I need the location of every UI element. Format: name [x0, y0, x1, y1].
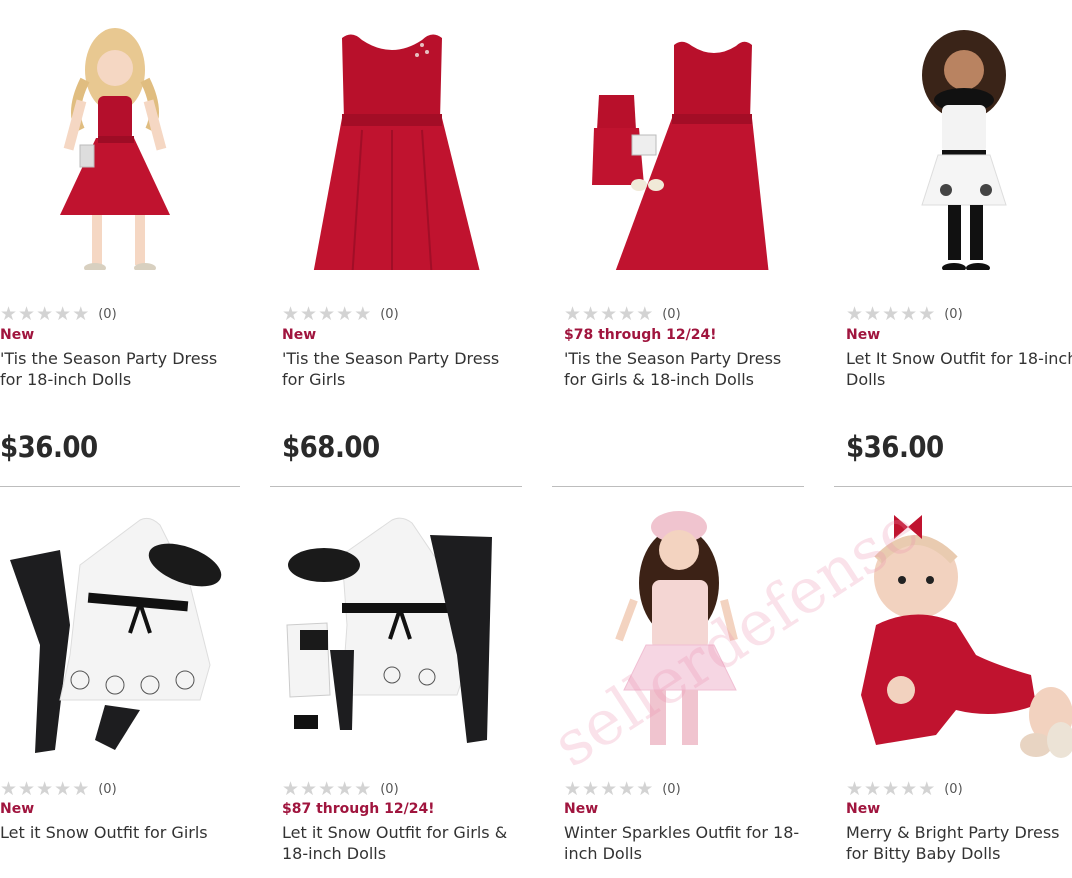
product-badge: New: [564, 801, 599, 817]
rating[interactable]: ★ ★ ★ ★ ★ (0): [282, 779, 399, 799]
rating[interactable]: ★ ★ ★ ★ ★ (0): [564, 779, 681, 799]
star-icon: ★: [18, 778, 36, 800]
rating[interactable]: ★ ★ ★ ★ ★ (0): [282, 304, 399, 324]
star-icon: ★: [882, 303, 900, 325]
product-card[interactable]: ★ ★ ★ ★ ★ (0) New Let it Snow Outfit for Girl…: [0, 505, 240, 875]
product-card[interactable]: ★ ★ ★ ★ ★ (0) New Merry & Bright Party Dress …: [846, 505, 1072, 875]
product-card[interactable]: ★ ★ ★ ★ ★ (0) New 'Tis the Season Party Dress…: [270, 0, 522, 490]
product-card[interactable]: ★ ★ ★ ★ ★ (0) New Winter Sparkles Outfit for …: [564, 505, 804, 875]
product-title[interactable]: Let it Snow Outfit for Girls & 18-inch D…: [282, 822, 522, 864]
product-title[interactable]: Let it Snow Outfit for Girls: [0, 822, 240, 843]
star-icon: ★: [36, 778, 54, 800]
product-grid: ★ ★ ★ ★ ★ (0) New 'Tis the Season Party Dress…: [0, 0, 1072, 878]
product-image[interactable]: [846, 505, 1072, 775]
rating-count: (0): [380, 306, 399, 322]
star-icon: ★: [846, 303, 864, 325]
divider: [552, 486, 804, 487]
product-price: $68.00: [282, 430, 380, 464]
product-title[interactable]: Merry & Bright Party Dress for Bitty Bab…: [846, 822, 1072, 864]
product-badge: New: [846, 801, 881, 817]
star-icon: ★: [900, 778, 918, 800]
rating[interactable]: ★ ★ ★ ★ ★ (0): [0, 304, 117, 324]
divider: [0, 486, 240, 487]
star-icon: ★: [618, 303, 636, 325]
star-icon: ★: [636, 303, 654, 325]
star-icon: ★: [354, 303, 372, 325]
product-image[interactable]: [282, 0, 522, 270]
product-image[interactable]: [564, 505, 804, 775]
star-icon: ★: [72, 303, 90, 325]
star-icon: ★: [336, 303, 354, 325]
star-icon: ★: [600, 303, 618, 325]
rating-count: (0): [944, 781, 963, 797]
star-icon: ★: [18, 303, 36, 325]
star-icon: ★: [336, 778, 354, 800]
divider: [834, 486, 1072, 487]
star-icon: ★: [600, 778, 618, 800]
rating-count: (0): [98, 781, 117, 797]
star-icon: ★: [282, 303, 300, 325]
product-badge: $87 through 12/24!: [282, 801, 435, 817]
star-icon: ★: [864, 778, 882, 800]
rating[interactable]: ★ ★ ★ ★ ★ (0): [846, 304, 963, 324]
star-icon: ★: [318, 778, 336, 800]
star-icon: ★: [0, 303, 18, 325]
product-title[interactable]: Let It Snow Outfit for 18-inch Dolls: [846, 348, 1072, 390]
product-title[interactable]: 'Tis the Season Party Dress for Girls & …: [564, 348, 804, 390]
product-price: $36.00: [846, 430, 944, 464]
star-icon: ★: [72, 778, 90, 800]
product-badge: New: [282, 327, 317, 343]
star-icon: ★: [36, 303, 54, 325]
product-image[interactable]: [564, 0, 804, 270]
star-icon: ★: [582, 778, 600, 800]
product-badge: New: [846, 327, 881, 343]
star-icon: ★: [354, 778, 372, 800]
star-icon: ★: [636, 778, 654, 800]
star-icon: ★: [918, 778, 936, 800]
star-icon: ★: [54, 778, 72, 800]
star-icon: ★: [618, 778, 636, 800]
rating[interactable]: ★ ★ ★ ★ ★ (0): [0, 779, 117, 799]
product-image[interactable]: [282, 505, 522, 775]
star-icon: ★: [846, 778, 864, 800]
divider: [270, 486, 522, 487]
product-title[interactable]: 'Tis the Season Party Dress for 18-inch …: [0, 348, 240, 390]
star-icon: ★: [882, 778, 900, 800]
star-icon: ★: [918, 303, 936, 325]
product-title[interactable]: 'Tis the Season Party Dress for Girls: [282, 348, 522, 390]
product-card[interactable]: ★ ★ ★ ★ ★ (0) New Let It Snow Outfit for 18-i…: [834, 0, 1072, 490]
star-icon: ★: [318, 303, 336, 325]
rating-count: (0): [662, 306, 681, 322]
star-icon: ★: [300, 778, 318, 800]
product-badge: New: [0, 327, 35, 343]
rating[interactable]: ★ ★ ★ ★ ★ (0): [564, 304, 681, 324]
rating[interactable]: ★ ★ ★ ★ ★ (0): [846, 779, 963, 799]
product-image[interactable]: [0, 0, 240, 270]
product-title[interactable]: Winter Sparkles Outfit for 18-inch Dolls: [564, 822, 804, 864]
star-icon: ★: [282, 778, 300, 800]
star-icon: ★: [0, 778, 18, 800]
star-icon: ★: [564, 778, 582, 800]
star-icon: ★: [54, 303, 72, 325]
star-icon: ★: [582, 303, 600, 325]
rating-count: (0): [944, 306, 963, 322]
product-card[interactable]: ★ ★ ★ ★ ★ (0) $78 through 12/24! 'Tis the Sea…: [552, 0, 804, 490]
product-image[interactable]: [846, 0, 1072, 270]
rating-count: (0): [98, 306, 117, 322]
rating-count: (0): [380, 781, 399, 797]
star-icon: ★: [564, 303, 582, 325]
product-price: $36.00: [0, 430, 98, 464]
product-badge: New: [0, 801, 35, 817]
star-icon: ★: [300, 303, 318, 325]
product-card[interactable]: ★ ★ ★ ★ ★ (0) New 'Tis the Season Party Dress…: [0, 0, 240, 490]
product-image[interactable]: [0, 505, 240, 775]
product-badge: $78 through 12/24!: [564, 327, 717, 343]
rating-count: (0): [662, 781, 681, 797]
product-card[interactable]: ★ ★ ★ ★ ★ (0) $87 through 12/24! Let it Snow …: [282, 505, 522, 875]
star-icon: ★: [864, 303, 882, 325]
star-icon: ★: [900, 303, 918, 325]
